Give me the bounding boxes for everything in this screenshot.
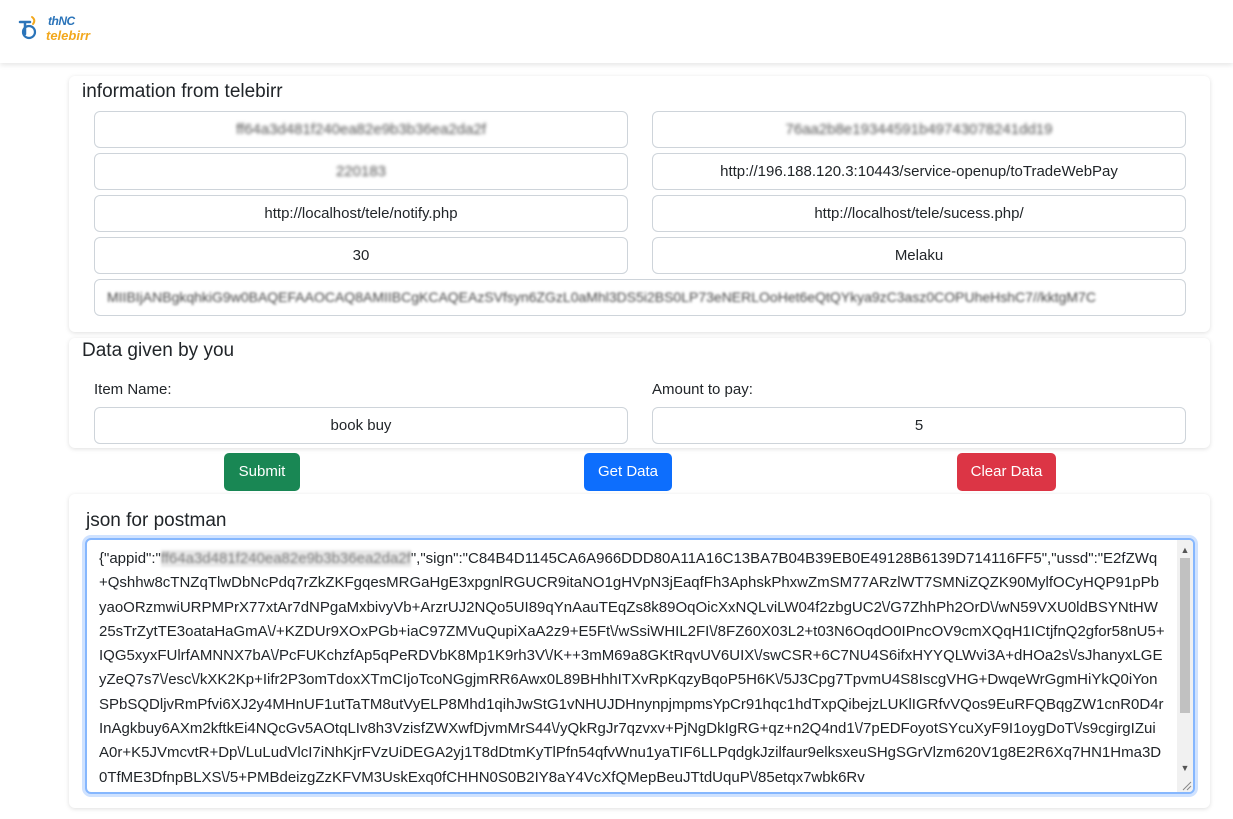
- public-key-field[interactable]: MIIBIjANBgkqhkiG9w0BAQEFAAOCAQ8AMIIBCgKC…: [94, 279, 1186, 316]
- postman-json-title: json for postman: [86, 510, 227, 531]
- timeout-field[interactable]: 30: [94, 237, 628, 274]
- user-data-card: Data given by you Item Name: Amount to p…: [69, 338, 1210, 448]
- scroll-down-arrow-icon[interactable]: ▼: [1177, 760, 1193, 776]
- scroll-up-arrow-icon[interactable]: ▲: [1177, 542, 1193, 558]
- clear-data-button[interactable]: Clear Data: [957, 453, 1056, 491]
- resize-grip-icon[interactable]: [1180, 779, 1192, 791]
- receiver-name-field[interactable]: Melaku: [652, 237, 1186, 274]
- get-data-button[interactable]: Get Data: [584, 453, 672, 491]
- textarea-scrollbar[interactable]: ▲ ▼: [1177, 540, 1193, 792]
- api-url-field[interactable]: http://196.188.120.3:10443/service-openu…: [652, 153, 1186, 190]
- amount-label: Amount to pay:: [652, 381, 753, 398]
- submit-button[interactable]: Submit: [224, 453, 300, 491]
- appid-blurred-text: ff64a3d481f240ea82e9b3b36ea2da2f: [160, 550, 411, 567]
- user-data-title: Data given by you: [82, 340, 235, 361]
- scroll-thumb[interactable]: [1180, 558, 1190, 713]
- logo-text-top: thNC: [48, 14, 75, 28]
- telebirr-logo[interactable]: thNC telebirr: [16, 14, 106, 50]
- app-key-field[interactable]: 76aa2b8e19344591b49743078241dd19: [652, 111, 1186, 148]
- short-code-field[interactable]: 220183: [94, 153, 628, 190]
- telebirr-info-card: information from telebirr ff64a3d481f240…: [69, 76, 1210, 332]
- item-name-input[interactable]: book buy: [94, 407, 628, 444]
- logo-text-bottom: telebirr: [46, 28, 91, 43]
- top-navbar: thNC telebirr: [0, 0, 1233, 63]
- return-url-field[interactable]: http://localhost/tele/sucess.php/: [652, 195, 1186, 232]
- notify-url-field[interactable]: http://localhost/tele/notify.php: [94, 195, 628, 232]
- item-name-label: Item Name:: [94, 381, 172, 398]
- postman-json-card: json for postman {"appid":"ff64a3d481f24…: [69, 494, 1210, 808]
- app-id-field[interactable]: ff64a3d481f240ea82e9b3b36ea2da2f: [94, 111, 628, 148]
- telebirr-info-title: information from telebirr: [82, 81, 283, 102]
- amount-input[interactable]: 5: [652, 407, 1186, 444]
- postman-json-content: {"appid":"ff64a3d481f240ea82e9b3b36ea2da…: [99, 550, 1165, 786]
- telebirr-logo-icon: [18, 16, 37, 40]
- postman-json-textarea[interactable]: {"appid":"ff64a3d481f240ea82e9b3b36ea2da…: [85, 538, 1195, 794]
